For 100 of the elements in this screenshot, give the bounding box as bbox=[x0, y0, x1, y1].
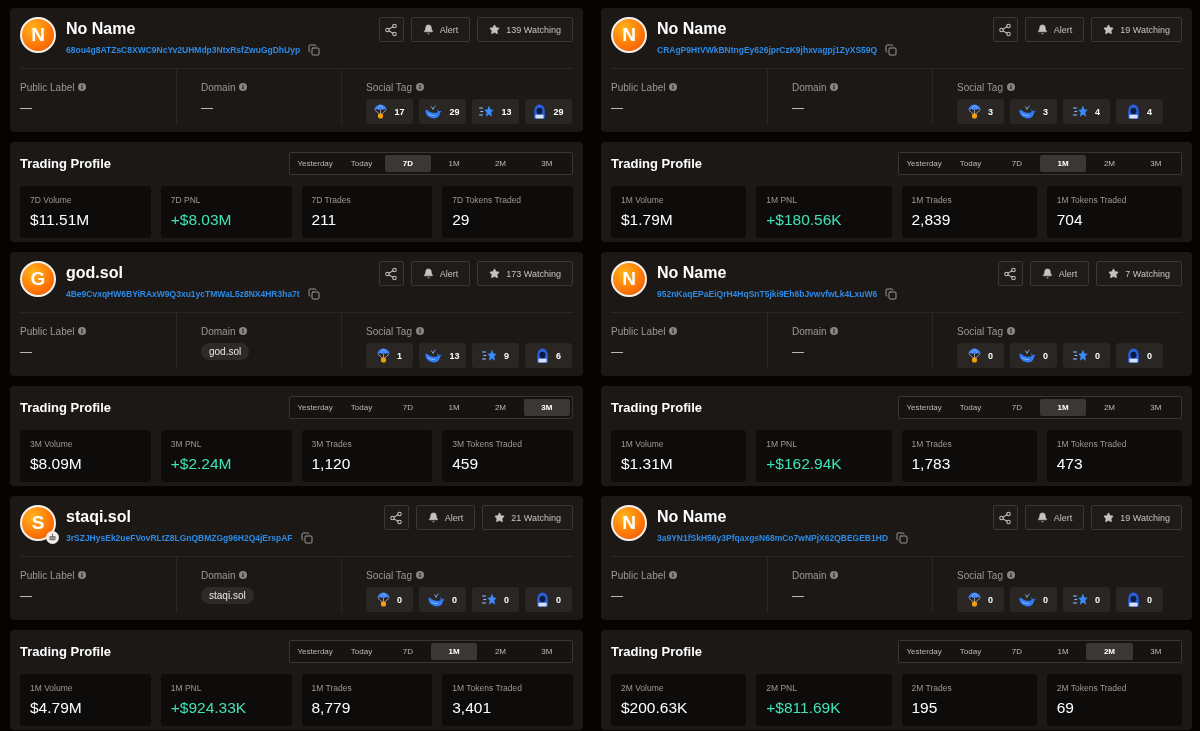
wallet-address-link[interactable]: 4Be9CvxqHW6BYiRAxW9Q3xu1ycTMWaL5z8NX4HR3ha7t bbox=[66, 288, 300, 300]
stat-value: 3,401 bbox=[452, 699, 492, 717]
tag-count: 0 bbox=[504, 594, 509, 605]
period-tab[interactable]: 1M bbox=[431, 154, 478, 172]
parachute-icon bbox=[377, 592, 390, 607]
period-tab[interactable]: 2M bbox=[477, 642, 524, 660]
bell-icon bbox=[1036, 24, 1048, 35]
star-icon bbox=[1108, 268, 1120, 279]
copy-icon[interactable] bbox=[308, 44, 321, 56]
period-tab[interactable]: 2M bbox=[1086, 642, 1133, 660]
share-button[interactable] bbox=[378, 261, 404, 286]
alert-button[interactable]: Alert bbox=[1024, 505, 1085, 530]
field-label: Domain bbox=[792, 569, 827, 581]
period-tab[interactable]: 1M bbox=[1040, 154, 1087, 172]
stat-label: 1M Tokens Traded bbox=[1056, 195, 1127, 205]
period-tab[interactable]: Today bbox=[947, 642, 994, 660]
period-tab[interactable]: 2M bbox=[1086, 398, 1133, 416]
period-tab[interactable]: Today bbox=[338, 642, 385, 660]
period-tab[interactable]: Today bbox=[338, 154, 385, 172]
info-icon bbox=[830, 327, 839, 335]
period-tab[interactable]: Today bbox=[947, 154, 994, 172]
period-tab[interactable]: 7D bbox=[993, 398, 1040, 416]
stat-value: 1,783 bbox=[911, 455, 951, 473]
period-tab[interactable]: 3M bbox=[1132, 642, 1179, 660]
copy-icon[interactable] bbox=[300, 532, 313, 544]
tag-count: 0 bbox=[397, 594, 402, 605]
period-tab[interactable]: 1M bbox=[431, 642, 478, 660]
wallet-address-link[interactable]: 3rSZJHysEk2ueFVovRLtZ8LGnQBMZGg96H2Q4jErspAF bbox=[66, 532, 293, 544]
stat-value: +$2.24M bbox=[170, 455, 232, 473]
period-tab[interactable]: 2M bbox=[1086, 154, 1133, 172]
stat-label: 1M Tokens Traded bbox=[1056, 439, 1127, 449]
section-title: Trading Profile bbox=[20, 399, 111, 415]
period-tab[interactable]: Yesterday bbox=[901, 154, 948, 172]
stat-label: 2M PNL bbox=[766, 683, 797, 693]
hooded-figure-icon bbox=[533, 104, 547, 119]
alert-button[interactable]: Alert bbox=[1024, 17, 1085, 42]
watching-button[interactable]: 21 Watching bbox=[482, 505, 573, 530]
copy-icon[interactable] bbox=[885, 44, 898, 56]
period-tab[interactable]: Yesterday bbox=[292, 154, 339, 172]
period-tab[interactable]: 1M bbox=[1040, 642, 1087, 660]
period-tab[interactable]: Yesterday bbox=[901, 398, 948, 416]
period-tab[interactable]: 7D bbox=[384, 398, 431, 416]
watching-button[interactable]: 7 Watching bbox=[1096, 261, 1182, 286]
period-tab[interactable]: 7D bbox=[384, 154, 431, 172]
info-icon bbox=[415, 83, 424, 91]
period-tab[interactable]: 1M bbox=[431, 398, 478, 416]
period-tab[interactable]: 2M bbox=[477, 154, 524, 172]
parachute-icon bbox=[968, 104, 981, 119]
wallet-address-link[interactable]: 952nKaqEPaEiQrH4HqSnT5jki9Eh6bJvwvfwLk4LxuW6 bbox=[657, 288, 878, 300]
wallet-name: staqi.sol bbox=[66, 507, 132, 526]
share-button[interactable] bbox=[383, 505, 409, 530]
period-tab[interactable]: 2M bbox=[477, 398, 524, 416]
period-tab[interactable]: 3M bbox=[523, 398, 570, 416]
period-tab[interactable]: Today bbox=[338, 398, 385, 416]
star-icon bbox=[1103, 512, 1115, 523]
share-button[interactable] bbox=[997, 261, 1023, 286]
field-label: Social Tag bbox=[957, 81, 1003, 93]
share-icon bbox=[389, 510, 404, 525]
field-label: Domain bbox=[792, 325, 827, 337]
period-tab[interactable]: 3M bbox=[523, 642, 570, 660]
alert-button[interactable]: Alert bbox=[410, 261, 471, 286]
watching-button[interactable]: 173 Watching bbox=[477, 261, 573, 286]
alert-button[interactable]: Alert bbox=[410, 17, 471, 42]
star-icon bbox=[1073, 105, 1088, 118]
copy-icon[interactable] bbox=[896, 532, 908, 544]
period-tab[interactable]: Yesterday bbox=[292, 398, 339, 416]
share-button[interactable] bbox=[992, 505, 1018, 530]
period-tab[interactable]: Yesterday bbox=[292, 642, 339, 660]
whale-icon bbox=[425, 348, 443, 363]
alert-button[interactable]: Alert bbox=[415, 505, 476, 530]
watching-button[interactable]: 19 Watching bbox=[1091, 17, 1182, 42]
stat-value: 704 bbox=[1056, 211, 1083, 229]
star-icon bbox=[1073, 349, 1088, 362]
period-tab[interactable]: 3M bbox=[523, 154, 570, 172]
share-button[interactable] bbox=[378, 17, 404, 42]
share-button[interactable] bbox=[992, 17, 1018, 42]
stat-value: 1,120 bbox=[311, 455, 351, 473]
watching-button[interactable]: 19 Watching bbox=[1091, 505, 1182, 530]
alert-button[interactable]: Alert bbox=[1029, 261, 1090, 286]
period-tab[interactable]: 3M bbox=[1132, 398, 1179, 416]
info-icon bbox=[78, 327, 87, 335]
avatar: N bbox=[611, 505, 647, 541]
stat-value: 69 bbox=[1056, 699, 1074, 717]
period-tab[interactable]: 7D bbox=[993, 642, 1040, 660]
wallet-address-link[interactable]: CRAgP9HtVWkBNtngEy626jprCzK9jhxvagpj1ZyXS59Q bbox=[657, 44, 878, 56]
stat-label: 3M PNL bbox=[170, 439, 202, 449]
wallet-address-link[interactable]: 68ou4g8ATZsC8XWC9NcYv2UHMdp3NtxRsfZwuGgDhUyp bbox=[66, 44, 301, 56]
period-tab[interactable]: 3M bbox=[1132, 154, 1179, 172]
wallet-address-link[interactable]: 3a9YN1fSkH56y3PfqaxgsN68mCo7wNPjX62QBEGEB1HD bbox=[657, 532, 888, 544]
period-tab[interactable]: 1M bbox=[1040, 398, 1087, 416]
period-tab[interactable]: Today bbox=[947, 398, 994, 416]
copy-icon[interactable] bbox=[885, 288, 898, 300]
period-tab[interactable]: 7D bbox=[384, 642, 431, 660]
hooded-figure-icon bbox=[536, 348, 549, 363]
copy-icon[interactable] bbox=[307, 288, 320, 300]
period-tab[interactable]: Yesterday bbox=[901, 642, 948, 660]
period-tab[interactable]: 7D bbox=[993, 154, 1040, 172]
tag-count: 17 bbox=[394, 106, 405, 117]
watching-button[interactable]: 139 Watching bbox=[477, 17, 573, 42]
whale-icon bbox=[425, 104, 443, 119]
